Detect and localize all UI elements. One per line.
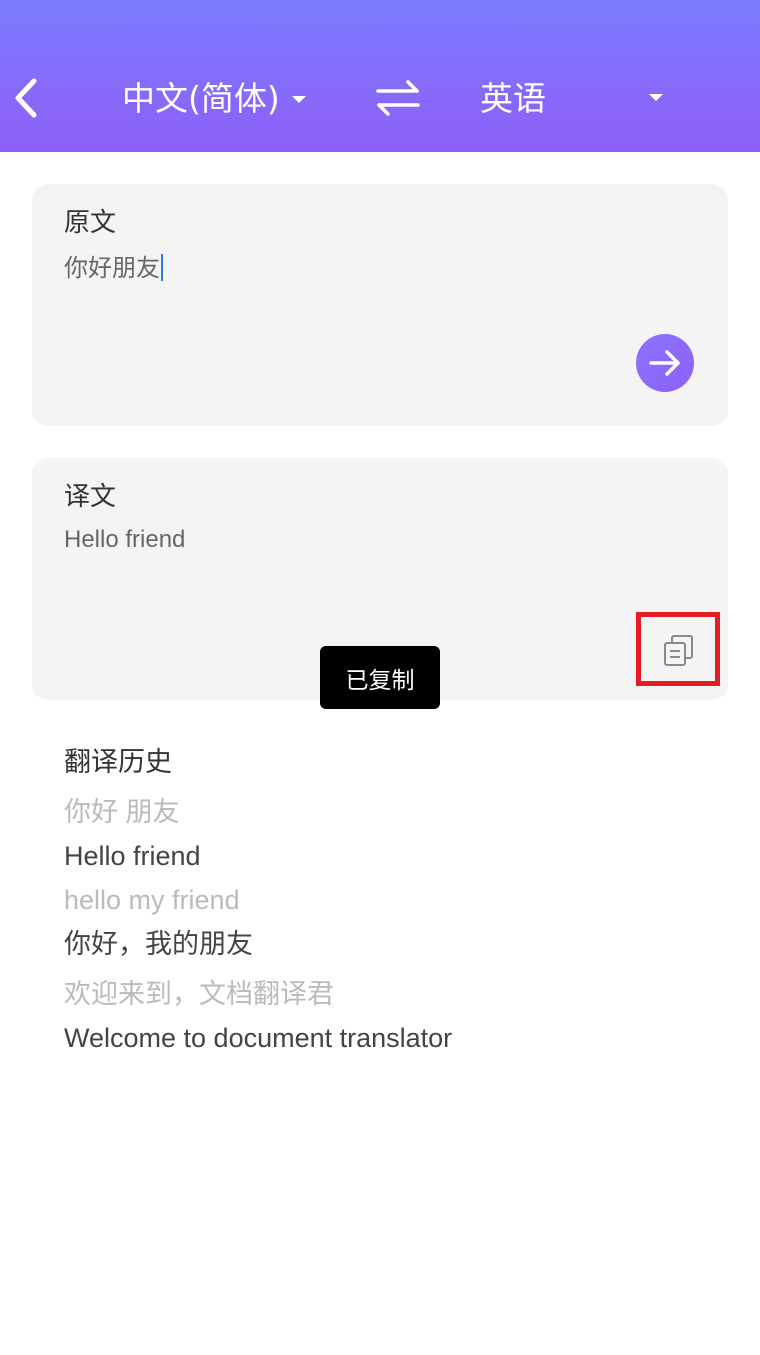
toast-text: 已复制 bbox=[345, 667, 415, 694]
copy-icon bbox=[664, 635, 693, 666]
source-card-title: 原文 bbox=[64, 208, 117, 238]
copied-toast: 已复制 bbox=[320, 646, 440, 709]
caret-down-icon bbox=[291, 95, 306, 103]
history-item[interactable]: 欢迎来到，文档翻译君 Welcome to document translato… bbox=[64, 972, 724, 1060]
swap-arrows-icon bbox=[376, 80, 420, 116]
swap-languages-button[interactable] bbox=[372, 76, 424, 120]
translate-button[interactable] bbox=[636, 334, 694, 392]
translation-result: Hello friend bbox=[64, 526, 186, 553]
result-card-title: 译文 bbox=[64, 482, 117, 512]
source-text-value: 你好朋友 bbox=[64, 254, 160, 282]
source-language-label: 中文(简体) bbox=[122, 79, 280, 118]
history-translation: 你好，我的朋友 bbox=[64, 929, 253, 959]
source-text-input[interactable]: 你好朋友 bbox=[64, 250, 624, 286]
history-title: 翻译历史 bbox=[64, 747, 172, 778]
text-cursor bbox=[161, 254, 163, 281]
chevron-left-icon bbox=[15, 78, 37, 118]
arrow-right-icon bbox=[649, 350, 680, 376]
top-bar: 中文(简体) 英语 bbox=[0, 0, 760, 152]
history-item[interactable]: hello my friend 你好，我的朋友 bbox=[64, 878, 724, 966]
caret-down-icon[interactable] bbox=[649, 94, 663, 101]
history-source: hello my friend bbox=[64, 885, 240, 915]
target-language-label: 英语 bbox=[480, 79, 546, 118]
back-button[interactable] bbox=[6, 72, 50, 124]
history-list: 你好 朋友 Hello friend hello my friend 你好，我的… bbox=[64, 790, 724, 1060]
history-item[interactable]: 你好 朋友 Hello friend bbox=[64, 790, 724, 878]
source-card: 原文 你好朋友 bbox=[32, 184, 728, 426]
history-translation: Welcome to document translator bbox=[64, 1023, 453, 1053]
copy-button[interactable] bbox=[636, 612, 720, 686]
target-language-selector[interactable]: 英语 bbox=[480, 74, 546, 124]
source-language-selector[interactable]: 中文(简体) bbox=[122, 74, 306, 124]
history-source: 你好 朋友 bbox=[64, 797, 180, 827]
history-source: 欢迎来到，文档翻译君 bbox=[64, 979, 334, 1009]
history-translation: Hello friend bbox=[64, 841, 201, 871]
